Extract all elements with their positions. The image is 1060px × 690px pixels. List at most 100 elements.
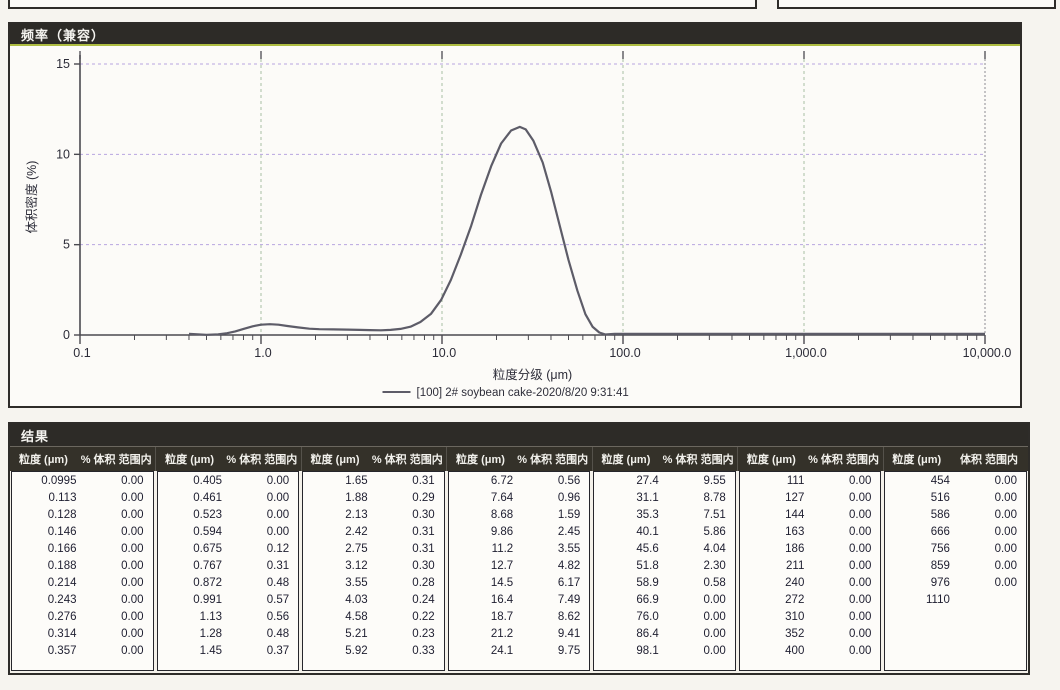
table-row: 1630.00 xyxy=(740,524,881,541)
pct-cell: 0.00 xyxy=(86,575,152,592)
x-tick-label: 100.0 xyxy=(609,346,640,360)
pct-cell: 2.30 xyxy=(669,558,735,575)
table-row: 4540.00 xyxy=(885,473,1026,490)
size-header: 粒度 (μm) xyxy=(738,451,804,467)
size-cell: 76.0 xyxy=(594,609,668,626)
pct-cell: 0.48 xyxy=(232,575,298,592)
table-row: 24.19.75 xyxy=(449,643,590,660)
table-row: 27.49.55 xyxy=(594,473,735,490)
results-title: 结果 xyxy=(21,426,49,445)
size-cell: 0.146 xyxy=(12,524,86,541)
x-tick-label: 10,000.0 xyxy=(963,346,1012,360)
table-row: 12.74.82 xyxy=(449,558,590,575)
table-row: 0.2430.00 xyxy=(12,592,153,609)
pct-cell: 0.00 xyxy=(86,626,152,643)
size-cell: 5.92 xyxy=(303,643,377,660)
table-row: 8590.00 xyxy=(885,558,1026,575)
pct-cell: 0.00 xyxy=(669,609,735,626)
pct-cell: 0.96 xyxy=(523,490,589,507)
pct-cell: 0.00 xyxy=(814,643,880,660)
table-row: 58.90.58 xyxy=(594,575,735,592)
size-cell: 310 xyxy=(740,609,815,626)
table-row: 0.1660.00 xyxy=(12,541,153,558)
cutoff-panel-left xyxy=(8,0,757,9)
pct-cell: 0.00 xyxy=(814,558,880,575)
size-cell: 66.9 xyxy=(594,592,668,609)
column-group: 1110.001270.001440.001630.001860.002110.… xyxy=(739,471,882,671)
table-row: 2.130.30 xyxy=(303,507,444,524)
pct-cell: 0.29 xyxy=(378,490,444,507)
table-row: 0.2760.00 xyxy=(12,609,153,626)
size-cell: 6.72 xyxy=(449,473,524,490)
size-header: 粒度 (μm) xyxy=(447,451,513,467)
table-row: 0.3140.00 xyxy=(12,626,153,643)
frequency-chart-panel: 频率（兼容） 0510150.11.010.0100.01,000.010,00… xyxy=(8,22,1022,408)
pct-cell: 8.78 xyxy=(669,490,735,507)
pct-cell: 6.17 xyxy=(523,575,589,592)
pct-cell: 0.31 xyxy=(378,524,444,541)
pct-cell: 0.00 xyxy=(669,592,735,609)
pct-cell: 0.57 xyxy=(232,592,298,609)
pct-cell xyxy=(960,592,1026,609)
pct-header: % 体积 范围内 xyxy=(77,451,156,467)
chart-title: 频率（兼容） xyxy=(21,25,105,44)
size-cell: 0.214 xyxy=(12,575,86,592)
pct-cell: 0.00 xyxy=(814,473,880,490)
size-cell: 1.28 xyxy=(158,626,233,643)
legend-label: [100] 2# soybean cake-2020/8/20 9:31:41 xyxy=(417,387,629,399)
pct-cell: 0.30 xyxy=(378,507,444,524)
column-group-header: 粒度 (μm)% 体积 范围内 xyxy=(155,447,300,471)
table-row: 0.1460.00 xyxy=(12,524,153,541)
pct-cell: 4.04 xyxy=(669,541,735,558)
size-cell: 0.314 xyxy=(12,626,86,643)
size-cell: 0.523 xyxy=(158,507,233,524)
pct-cell: 8.62 xyxy=(523,609,589,626)
pct-header: % 体积 范围内 xyxy=(659,451,737,467)
table-row: 66.90.00 xyxy=(594,592,735,609)
table-row: 1.280.48 xyxy=(158,626,299,643)
results-panel: 结果 粒度 (μm)% 体积 范围内粒度 (μm)% 体积 范围内粒度 (μm)… xyxy=(8,422,1030,675)
y-tick-label: 10 xyxy=(56,147,70,161)
table-row: 1270.00 xyxy=(740,490,881,507)
size-cell: 11.2 xyxy=(449,541,524,558)
pct-cell: 0.58 xyxy=(669,575,735,592)
pct-cell: 0.48 xyxy=(232,626,298,643)
column-group: 4540.005160.005860.006660.007560.008590.… xyxy=(884,471,1027,671)
x-tick-label: 10.0 xyxy=(432,346,456,360)
table-row: 0.5940.00 xyxy=(158,524,299,541)
pct-cell: 4.82 xyxy=(523,558,589,575)
table-row: 1.130.56 xyxy=(158,609,299,626)
table-row: 1860.00 xyxy=(740,541,881,558)
pct-cell: 0.00 xyxy=(814,524,880,541)
pct-cell: 5.86 xyxy=(669,524,735,541)
table-row: 86.40.00 xyxy=(594,626,735,643)
pct-cell: 0.33 xyxy=(378,643,444,660)
pct-cell: 0.00 xyxy=(814,507,880,524)
size-cell: 2.42 xyxy=(303,524,377,541)
pct-cell: 0.00 xyxy=(86,643,152,660)
y-tick-label: 5 xyxy=(63,238,70,252)
column-group-header: 粒度 (μm)% 体积 范围内 xyxy=(10,447,155,471)
column-group: 0.09950.000.1130.000.1280.000.1460.000.1… xyxy=(11,471,154,671)
column-group-header: 粒度 (μm)% 体积 范围内 xyxy=(737,447,882,471)
table-row: 11.23.55 xyxy=(449,541,590,558)
pct-cell: 0.00 xyxy=(814,575,880,592)
size-cell: 111 xyxy=(740,473,815,490)
pct-cell: 0.00 xyxy=(232,507,298,524)
size-cell: 1.45 xyxy=(158,643,233,660)
pct-cell: 0.00 xyxy=(814,609,880,626)
size-cell: 186 xyxy=(740,541,815,558)
size-cell: 0.166 xyxy=(12,541,86,558)
table-row: 7.640.96 xyxy=(449,490,590,507)
pct-cell: 0.00 xyxy=(960,507,1026,524)
table-row: 1110 xyxy=(885,592,1026,609)
table-row: 0.6750.12 xyxy=(158,541,299,558)
size-cell: 0.594 xyxy=(158,524,233,541)
pct-cell: 0.00 xyxy=(814,490,880,507)
size-cell: 666 xyxy=(885,524,959,541)
pct-cell: 0.00 xyxy=(814,592,880,609)
frequency-chart: 0510150.11.010.0100.01,000.010,000.0体积密度… xyxy=(10,48,1020,408)
table-row: 5.920.33 xyxy=(303,643,444,660)
size-cell: 21.2 xyxy=(449,626,524,643)
table-row: 1.650.31 xyxy=(303,473,444,490)
